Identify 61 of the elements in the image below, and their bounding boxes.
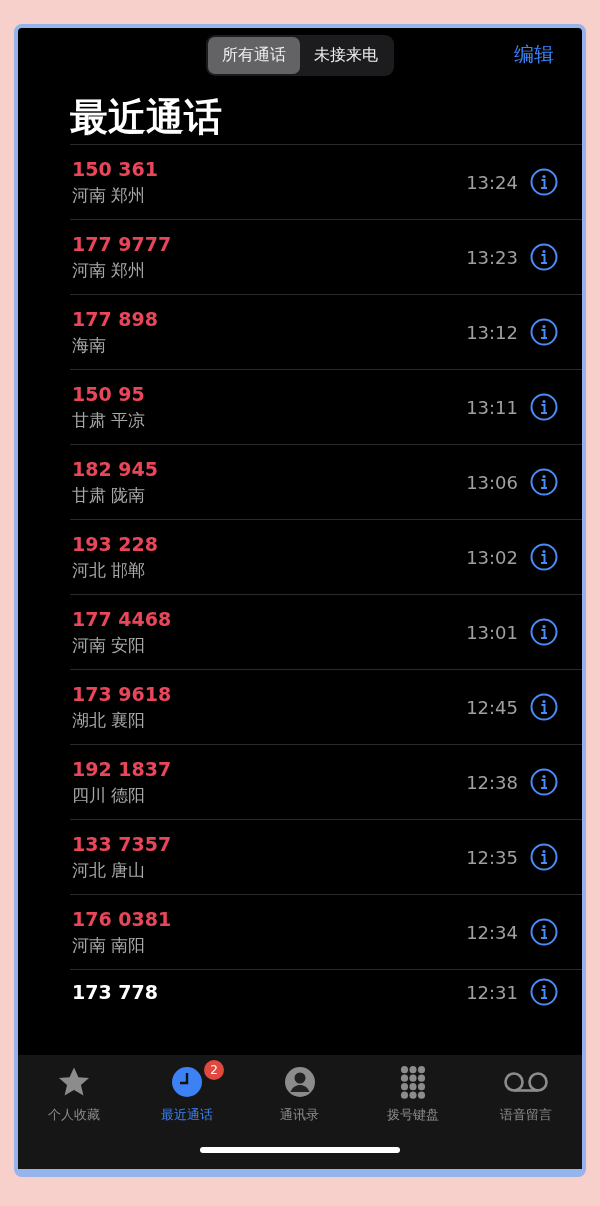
caller-location: 湖北 襄阳 — [72, 708, 147, 732]
caller-location: 河南 安阳 — [72, 633, 147, 657]
call-time: 12:31 — [466, 981, 518, 1003]
caller-location: 甘肃 平凉 — [72, 408, 147, 432]
info-icon[interactable] — [530, 318, 558, 346]
phone-number: 192 1837 — [72, 757, 173, 780]
phone-number: 173 9618 — [72, 682, 173, 705]
tab-item[interactable]: 拨号键盘 — [362, 1063, 463, 1139]
call-time: 12:35 — [466, 846, 518, 868]
caller-location: 甘肃 陇南 — [72, 483, 147, 507]
call-time: 13:12 — [466, 321, 518, 343]
phone-number: 182 945 — [72, 457, 159, 480]
phone-number: 150 361 — [72, 157, 159, 180]
info-icon[interactable] — [530, 618, 558, 646]
phone-number: 176 0381 — [72, 907, 173, 930]
edit-button[interactable]: 编辑 — [508, 40, 560, 69]
star-icon — [57, 1066, 92, 1098]
info-icon[interactable] — [530, 693, 558, 721]
caller-location: 海南 — [72, 333, 107, 357]
caller-location: 河南 郑州 — [72, 258, 147, 282]
segment-tab[interactable]: 所有通话 — [208, 36, 300, 74]
caller-location: 河北 唐山 — [72, 858, 147, 882]
clock-icon — [172, 1067, 203, 1097]
call-time: 12:45 — [466, 696, 518, 718]
phone-number: 193 228 — [72, 532, 159, 555]
caller-location: 河南 郑州 — [72, 183, 147, 207]
call-time: 13:11 — [466, 396, 518, 418]
call-time: 13:02 — [466, 546, 518, 568]
person-icon — [284, 1066, 316, 1098]
call-time: 13:06 — [466, 471, 518, 493]
tab-item[interactable]: 语音留言 — [475, 1063, 576, 1139]
voicemail-icon — [502, 1071, 549, 1093]
call-time: 12:34 — [466, 921, 518, 943]
segment-tab[interactable]: 未接来电 — [300, 36, 392, 74]
caller-location: 四川 德阳 — [72, 783, 147, 807]
info-icon[interactable] — [530, 843, 558, 871]
call-time: 12:38 — [466, 771, 518, 793]
phone-number: 150 95 — [72, 382, 146, 405]
info-icon[interactable] — [530, 468, 558, 496]
phone-number: 173 778 — [72, 981, 159, 1003]
info-icon[interactable] — [530, 543, 558, 571]
info-icon[interactable] — [530, 978, 558, 1006]
info-icon[interactable] — [530, 768, 558, 796]
info-icon[interactable] — [530, 393, 558, 421]
page-title: 最近通话 — [70, 94, 223, 141]
call-time: 13:23 — [466, 246, 518, 268]
phone-number: 177 9777 — [72, 232, 173, 255]
tab-item[interactable]: 个人收藏 — [24, 1063, 125, 1139]
tab-item[interactable]: 2 最近通话 — [137, 1063, 238, 1139]
caller-location: 河南 南阳 — [72, 933, 147, 957]
caller-location: 河北 邯郸 — [72, 558, 147, 582]
info-icon[interactable] — [530, 243, 558, 271]
call-time: 13:24 — [466, 171, 518, 193]
badge: 2 — [204, 1060, 225, 1080]
phone-number: 177 898 — [72, 307, 159, 330]
info-icon[interactable] — [530, 918, 558, 946]
phone-number: 133 7357 — [72, 832, 173, 855]
phone-number: 177 4468 — [72, 607, 173, 630]
info-icon[interactable] — [530, 168, 558, 196]
call-time: 13:01 — [466, 621, 518, 643]
tab-item[interactable]: 通讯录 — [250, 1063, 350, 1139]
